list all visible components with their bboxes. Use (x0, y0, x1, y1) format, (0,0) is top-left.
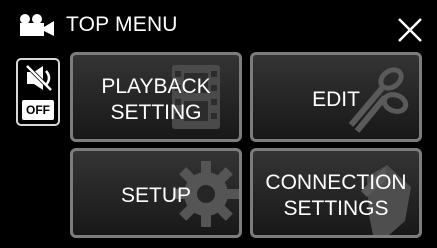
sound-mute-toggle[interactable]: OFF (16, 58, 60, 126)
sound-muted-icon (24, 63, 54, 93)
connection-settings-label-line2: SETTINGS (283, 197, 389, 220)
connection-settings-button[interactable]: CONNECTION SETTINGS (250, 148, 422, 238)
header-bar: TOP MENU (0, 0, 437, 46)
page-title: TOP MENU (66, 13, 178, 36)
off-badge: OFF (22, 100, 54, 120)
setup-label: SETUP (120, 184, 191, 207)
playback-setting-button[interactable]: PLAYBACK SETTING (70, 52, 242, 142)
playback-setting-label-line2: SETTING (110, 101, 202, 124)
edit-label: EDIT (312, 88, 360, 111)
setup-button[interactable]: SETUP (70, 148, 242, 238)
playback-setting-label-line1: PLAYBACK (101, 75, 211, 98)
edit-button[interactable]: EDIT (250, 52, 422, 142)
connection-settings-label-line1: CONNECTION (265, 171, 407, 194)
close-icon[interactable] (396, 16, 424, 44)
movie-camera-icon (20, 14, 54, 36)
